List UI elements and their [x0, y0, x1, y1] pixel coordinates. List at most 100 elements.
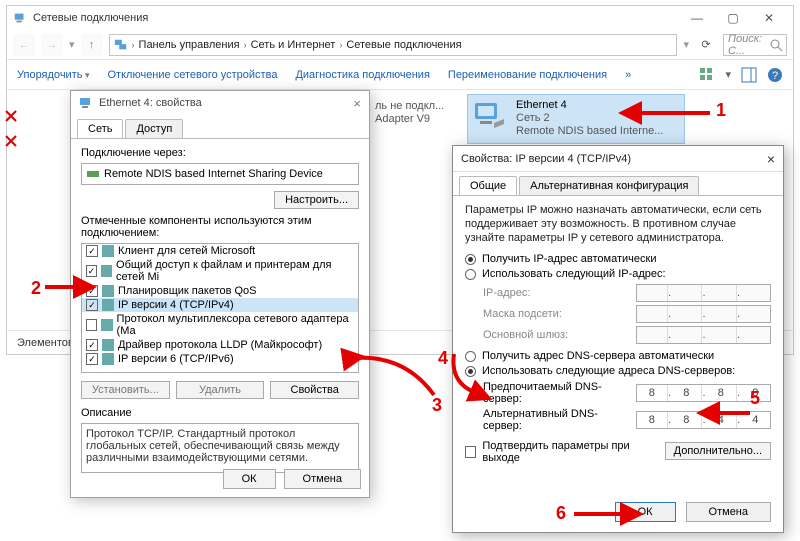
- checkbox-icon[interactable]: [86, 285, 98, 297]
- device-name: Remote NDIS based Internet Sharing Devic…: [104, 168, 323, 180]
- component-label: IP версии 6 (TCP/IPv6): [118, 353, 234, 365]
- component-properties-button[interactable]: Свойства: [270, 381, 359, 399]
- tab-general[interactable]: Общие: [459, 176, 517, 195]
- checkbox-icon[interactable]: [86, 353, 98, 365]
- dns-octet[interactable]: 4: [706, 412, 737, 428]
- dns2-input[interactable]: 8. 8. 4. 4: [636, 411, 771, 429]
- dlg1-close-button[interactable]: ×: [353, 96, 361, 111]
- breadcrumb[interactable]: › Панель управления › Сеть и Интернет › …: [109, 34, 678, 56]
- radio-ip-manual[interactable]: Использовать следующий IP-адрес:: [465, 268, 771, 280]
- breadcrumb-seg[interactable]: Сетевые подключения: [346, 39, 461, 51]
- radio-dns-auto[interactable]: Получить адрес DNS-сервера автоматически: [465, 350, 771, 362]
- dns-octet[interactable]: 4: [741, 412, 771, 428]
- radio-icon: [465, 366, 476, 377]
- toolbar-diagnose[interactable]: Диагностика подключения: [295, 69, 429, 81]
- validate-checkbox[interactable]: [465, 446, 476, 458]
- checkbox-icon[interactable]: [86, 339, 98, 351]
- toolbar-more[interactable]: »: [625, 69, 631, 81]
- checkbox-icon[interactable]: [86, 245, 98, 257]
- status-text: Элементов: [17, 337, 74, 349]
- dlg1-titlebar: Ethernet 4: свойства ×: [71, 91, 369, 115]
- dlg1-title: Ethernet 4: свойства: [99, 97, 353, 109]
- dns-octet[interactable]: 8: [637, 412, 668, 428]
- toolbar-disable[interactable]: Отключение сетевого устройства: [108, 69, 278, 81]
- tab-network[interactable]: Сеть: [77, 119, 123, 138]
- ethernet-icon: [79, 96, 93, 110]
- nav-history-icon[interactable]: ▾: [69, 38, 75, 51]
- radio-ip-auto[interactable]: Получить IP-адрес автоматически: [465, 253, 771, 265]
- dns1-input[interactable]: 8. 8. 8. 8: [636, 384, 771, 402]
- components-list[interactable]: Клиент для сетей Microsoft Общий доступ …: [81, 243, 359, 373]
- connection-item-selected[interactable]: Ethernet 4 Сеть 2 Remote NDIS based Inte…: [467, 94, 685, 144]
- checkbox-icon[interactable]: [86, 299, 98, 311]
- component-row-ipv4[interactable]: IP версии 4 (TCP/IPv4): [82, 298, 358, 312]
- breadcrumb-dropdown-icon[interactable]: ▾: [683, 38, 689, 51]
- connection-item[interactable]: ль не подкл... Adapter V9: [371, 96, 455, 130]
- toolbar-rename[interactable]: Переименование подключения: [448, 69, 607, 81]
- configure-button[interactable]: Настроить...: [274, 191, 359, 209]
- component-label: Протокол мультиплексора сетевого адаптер…: [117, 313, 354, 337]
- refresh-icon[interactable]: ⟳: [695, 38, 717, 51]
- component-row[interactable]: Протокол мультиплексора сетевого адаптер…: [82, 312, 358, 338]
- radio-dns-manual[interactable]: Использовать следующие адреса DNS-сервер…: [465, 365, 771, 377]
- nav-forward-icon[interactable]: →: [41, 34, 63, 56]
- component-icon: [102, 299, 114, 311]
- component-icon: [101, 319, 112, 331]
- dlg2-cancel-button[interactable]: Отмена: [686, 502, 771, 522]
- remove-button[interactable]: Удалить: [176, 381, 265, 399]
- tab-alt-config[interactable]: Альтернативная конфигурация: [519, 176, 699, 195]
- minimize-button[interactable]: —: [679, 6, 715, 30]
- checkbox-icon[interactable]: [86, 265, 97, 277]
- search-input[interactable]: Поиск: С...: [723, 34, 787, 56]
- search-icon: [769, 38, 783, 52]
- svg-text:?: ?: [772, 70, 778, 82]
- component-label: Клиент для сетей Microsoft: [118, 245, 255, 257]
- conn-status: Сеть 2: [516, 112, 663, 125]
- network-icon: [13, 11, 27, 25]
- gateway-label: Основной шлюз:: [483, 329, 636, 341]
- nav-up-icon[interactable]: ↑: [81, 34, 103, 56]
- view-icon[interactable]: [699, 67, 715, 83]
- dns-octet[interactable]: 8: [672, 412, 703, 428]
- details-pane-icon[interactable]: [741, 67, 757, 83]
- component-icon: [101, 265, 112, 277]
- radio-icon: [465, 351, 476, 362]
- radio-label: Получить адрес DNS-сервера автоматически: [482, 350, 714, 362]
- tab-access[interactable]: Доступ: [125, 119, 183, 138]
- ipv4-info-text: Параметры IP можно назначать автоматичес…: [465, 204, 771, 245]
- close-button[interactable]: ✕: [751, 6, 787, 30]
- dns-octet[interactable]: 8: [672, 385, 703, 401]
- dlg1-cancel-button[interactable]: Отмена: [284, 469, 361, 489]
- component-icon: [102, 353, 114, 365]
- help-icon[interactable]: ?: [767, 67, 783, 83]
- dlg2-close-button[interactable]: ×: [767, 151, 775, 167]
- toolbar-organize[interactable]: Упорядочить: [17, 69, 90, 81]
- dlg1-ok-button[interactable]: ОК: [223, 469, 276, 489]
- dlg2-ok-button[interactable]: ОК: [615, 502, 676, 522]
- breadcrumb-seg[interactable]: Сеть и Интернет: [251, 39, 336, 51]
- device-field[interactable]: Remote NDIS based Internet Sharing Devic…: [81, 163, 359, 185]
- dns-octet[interactable]: 8: [637, 385, 668, 401]
- nav-back-icon[interactable]: ←: [13, 34, 35, 56]
- radio-label: Получить IP-адрес автоматически: [482, 253, 656, 265]
- error-x-icon: [5, 110, 17, 122]
- ipv4-properties-dialog: Свойства: IP версии 4 (TCP/IPv4) × Общие…: [452, 145, 784, 533]
- dns-octet[interactable]: 8: [741, 385, 771, 401]
- component-row[interactable]: IP версии 6 (TCP/IPv6): [82, 352, 358, 366]
- checkbox-icon[interactable]: [86, 319, 97, 331]
- dns-octet[interactable]: 8: [706, 385, 737, 401]
- component-row[interactable]: Клиент для сетей Microsoft: [82, 244, 358, 258]
- view-dropdown-icon[interactable]: ▾: [725, 68, 731, 81]
- advanced-button[interactable]: Дополнительно...: [665, 442, 771, 460]
- radio-label: Использовать следующий IP-адрес:: [482, 268, 666, 280]
- component-row[interactable]: Планировщик пакетов QoS: [82, 284, 358, 298]
- toolbar: Упорядочить Отключение сетевого устройст…: [7, 60, 793, 90]
- install-button[interactable]: Установить...: [81, 381, 170, 399]
- component-row[interactable]: Драйвер протокола LLDP (Майкрософт): [82, 338, 358, 352]
- component-label: Планировщик пакетов QoS: [118, 285, 257, 297]
- radio-icon: [465, 269, 476, 280]
- component-row[interactable]: Общий доступ к файлам и принтерам для се…: [82, 258, 358, 284]
- ip-address-input: ...: [636, 284, 771, 302]
- maximize-button[interactable]: ▢: [715, 6, 751, 30]
- breadcrumb-seg[interactable]: Панель управления: [139, 39, 240, 51]
